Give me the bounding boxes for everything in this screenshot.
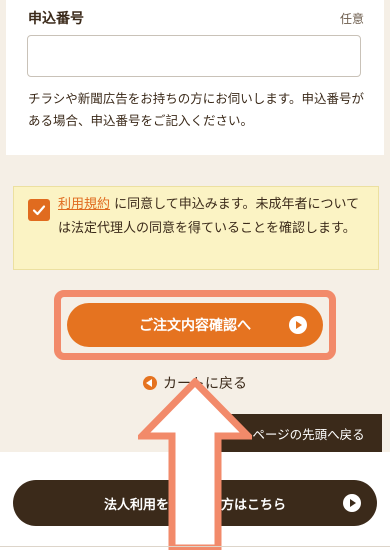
divider: [0, 546, 390, 547]
agreement-checkbox[interactable]: [28, 199, 50, 221]
optional-tag: 任意: [339, 12, 364, 26]
application-number-label: 申込番号: [28, 11, 84, 27]
check-icon: [32, 205, 46, 216]
agreement-box: 利用規約 に同意して申込みます。未成年者については法定代理人の同意を得ていること…: [13, 186, 379, 270]
chevron-right-icon: [289, 316, 307, 334]
up-arrow-annotation-icon: [138, 378, 252, 550]
application-number-help: チラシや新聞広告をお持ちの方にお伺いします。申込番号がある場合、申込番号をご記入…: [28, 91, 365, 128]
application-number-card: 申込番号 任意 チラシや新聞広告をお持ちの方にお伺いします。申込番号がある場合、…: [6, 0, 384, 155]
application-number-input[interactable]: [27, 35, 361, 77]
confirm-order-button[interactable]: ご注文内容確認へ: [67, 303, 323, 347]
agreement-text: 利用規約 に同意して申込みます。未成年者については法定代理人の同意を得ていること…: [58, 193, 368, 241]
confirm-order-label: ご注文内容確認へ: [139, 318, 251, 334]
chevron-right-icon: [343, 494, 361, 512]
page-top-label: ページの先頭へ戻る: [252, 426, 365, 442]
terms-link[interactable]: 利用規約: [58, 197, 110, 212]
